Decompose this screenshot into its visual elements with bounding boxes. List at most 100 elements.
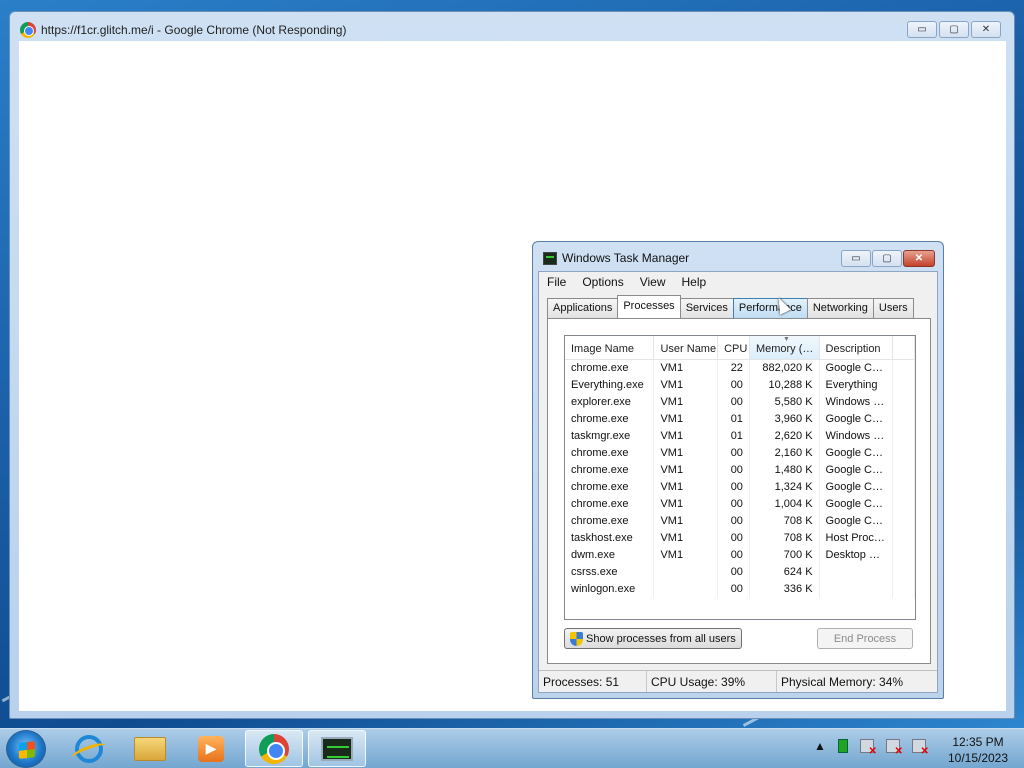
row-description: Google C… bbox=[820, 479, 894, 496]
row-image-name: dwm.exe bbox=[565, 547, 655, 564]
chrome-logo-icon bbox=[20, 22, 36, 38]
internet-explorer-icon bbox=[75, 734, 103, 763]
table-row[interactable]: chrome.exe VM1 00 1,480 K Google C… bbox=[565, 462, 915, 479]
column-memory-label: Memory (… bbox=[755, 343, 814, 355]
tab-users[interactable]: Users bbox=[872, 298, 914, 318]
network-icon[interactable] bbox=[885, 739, 903, 757]
table-row[interactable]: taskhost.exe VM1 00 708 K Host Proc… bbox=[565, 530, 915, 547]
chrome-maximize-button[interactable]: ▢ bbox=[939, 21, 969, 38]
table-row[interactable]: csrss.exe 00 624 K bbox=[565, 564, 915, 581]
row-user-name: VM1 bbox=[654, 428, 719, 445]
task-manager-tray-icon[interactable] bbox=[837, 739, 848, 753]
column-cpu[interactable]: CPU bbox=[718, 336, 750, 359]
table-row[interactable]: chrome.exe VM1 22 882,020 K Google C… bbox=[565, 360, 915, 377]
chrome-minimize-button[interactable]: ▭ bbox=[907, 21, 937, 38]
task-manager-title-bar[interactable]: Windows Task Manager bbox=[543, 251, 689, 265]
row-cpu: 00 bbox=[718, 496, 750, 513]
tab-processes[interactable]: Processes bbox=[617, 295, 681, 318]
row-description: Google C… bbox=[820, 513, 894, 530]
taskbar-chrome[interactable] bbox=[245, 730, 303, 767]
task-manager-client-area: File Options View Help Applications Proc… bbox=[538, 271, 938, 693]
menu-view[interactable]: View bbox=[632, 272, 674, 292]
tm-maximize-button[interactable]: ▢ bbox=[872, 250, 902, 267]
row-filler bbox=[893, 496, 915, 513]
task-manager-taskbar-icon bbox=[321, 736, 353, 761]
menu-options[interactable]: Options bbox=[574, 272, 631, 292]
tm-minimize-button[interactable]: ▭ bbox=[841, 250, 871, 267]
row-memory: 1,480 K bbox=[750, 462, 820, 479]
row-user-name: VM1 bbox=[654, 513, 719, 530]
row-description bbox=[820, 581, 894, 598]
task-manager-window-controls: ▭ ▢ ✕ bbox=[841, 250, 935, 267]
table-row[interactable]: explorer.exe VM1 00 5,580 K Windows … bbox=[565, 394, 915, 411]
column-image-name[interactable]: Image Name bbox=[565, 336, 655, 359]
row-cpu: 00 bbox=[718, 547, 750, 564]
row-description: Google C… bbox=[820, 496, 894, 513]
row-user-name: VM1 bbox=[654, 479, 719, 496]
taskbar-task-manager[interactable] bbox=[308, 730, 366, 767]
column-memory[interactable]: ▼ Memory (… bbox=[749, 336, 820, 359]
volume-muted-icon[interactable] bbox=[911, 739, 929, 757]
taskbar-clock[interactable]: 12:35 PM 10/15/2023 bbox=[938, 734, 1018, 766]
taskbar-media-player[interactable]: ▶ bbox=[182, 730, 240, 767]
show-hidden-icons-button[interactable]: ▲ bbox=[814, 739, 826, 753]
row-image-name: Everything.exe bbox=[565, 377, 655, 394]
row-filler bbox=[893, 428, 915, 445]
row-description: Host Proc… bbox=[820, 530, 894, 547]
clock-date: 10/15/2023 bbox=[947, 751, 1009, 765]
row-description: Everything bbox=[820, 377, 894, 394]
chrome-icon bbox=[259, 733, 289, 764]
chrome-title-bar[interactable]: https://f1cr.glitch.me/i - Google Chrome… bbox=[20, 22, 346, 38]
table-row[interactable]: chrome.exe VM1 01 3,960 K Google C… bbox=[565, 411, 915, 428]
uac-shield-icon bbox=[570, 631, 583, 646]
row-memory: 2,620 K bbox=[750, 428, 820, 445]
row-image-name: csrss.exe bbox=[565, 564, 655, 581]
table-row[interactable]: winlogon.exe 00 336 K bbox=[565, 581, 915, 598]
row-memory: 882,020 K bbox=[750, 360, 820, 377]
action-center-icon[interactable] bbox=[859, 739, 877, 757]
row-description: Google C… bbox=[820, 445, 894, 462]
tm-close-button[interactable]: ✕ bbox=[903, 250, 935, 267]
file-explorer-icon bbox=[134, 736, 166, 761]
start-button[interactable] bbox=[6, 730, 46, 768]
table-row[interactable]: chrome.exe VM1 00 1,004 K Google C… bbox=[565, 496, 915, 513]
process-list[interactable]: Image Name User Name CPU ▼ Memory (… Des… bbox=[564, 335, 916, 620]
row-filler bbox=[893, 513, 915, 530]
row-description: Windows … bbox=[820, 394, 894, 411]
row-description: Google C… bbox=[820, 462, 894, 479]
tab-networking[interactable]: Networking bbox=[806, 298, 874, 318]
chrome-close-button[interactable]: ✕ bbox=[971, 21, 1001, 38]
taskbar-internet-explorer[interactable] bbox=[60, 730, 118, 767]
column-user-name[interactable]: User Name bbox=[654, 336, 719, 359]
row-memory: 624 K bbox=[750, 564, 820, 581]
tab-applications[interactable]: Applications bbox=[547, 298, 619, 318]
table-row[interactable]: chrome.exe VM1 00 1,324 K Google C… bbox=[565, 479, 915, 496]
show-all-processes-label: Show processes from all users bbox=[586, 632, 736, 645]
tab-services[interactable]: Services bbox=[679, 298, 734, 318]
sort-descending-icon: ▼ bbox=[782, 336, 790, 343]
table-row[interactable]: chrome.exe VM1 00 708 K Google C… bbox=[565, 513, 915, 530]
tab-performance[interactable]: Performance bbox=[732, 298, 808, 318]
row-memory: 708 K bbox=[750, 530, 820, 547]
column-filler bbox=[893, 336, 915, 359]
row-cpu: 01 bbox=[718, 411, 750, 428]
column-description[interactable]: Description bbox=[820, 336, 894, 359]
row-user-name bbox=[654, 564, 719, 581]
row-description: Google C… bbox=[820, 411, 894, 428]
taskbar-file-explorer[interactable] bbox=[121, 730, 179, 767]
menu-help[interactable]: Help bbox=[674, 272, 715, 292]
row-description bbox=[820, 564, 894, 581]
row-image-name: chrome.exe bbox=[565, 479, 655, 496]
row-cpu: 00 bbox=[718, 479, 750, 496]
process-list-header: Image Name User Name CPU ▼ Memory (… Des… bbox=[565, 336, 915, 360]
menu-file[interactable]: File bbox=[539, 272, 574, 292]
show-all-processes-button[interactable]: Show processes from all users bbox=[564, 628, 742, 649]
table-row[interactable]: taskmgr.exe VM1 01 2,620 K Windows … bbox=[565, 428, 915, 445]
table-row[interactable]: dwm.exe VM1 00 700 K Desktop … bbox=[565, 547, 915, 564]
table-row[interactable]: chrome.exe VM1 00 2,160 K Google C… bbox=[565, 445, 915, 462]
chrome-window-title: https://f1cr.glitch.me/i - Google Chrome… bbox=[41, 23, 347, 37]
end-process-button[interactable]: End Process bbox=[817, 628, 913, 649]
row-image-name: chrome.exe bbox=[565, 411, 655, 428]
table-row[interactable]: Everything.exe VM1 00 10,288 K Everything bbox=[565, 377, 915, 394]
row-image-name: chrome.exe bbox=[565, 360, 655, 377]
